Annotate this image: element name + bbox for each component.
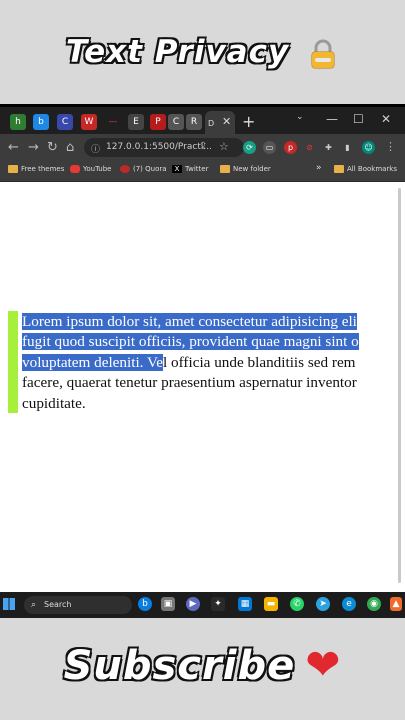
whatsapp-icon[interactable]: ✆: [290, 597, 304, 611]
folder-icon: [334, 165, 344, 173]
extensions-puzzle-icon[interactable]: ✚: [322, 141, 335, 154]
paragraph-text: facere, quaerat tenetur praesentium aspe…: [22, 374, 357, 392]
browser-toolbar: ← → ↻ ⌂ 127.0.0.1:5500/Practi... ⓘ ⇪ ☆ ⟳…: [0, 134, 405, 161]
subscribe-text: Subscribe: [63, 642, 296, 690]
menu-icon[interactable]: ⋮: [385, 140, 396, 153]
extension-icon-2[interactable]: ▭: [263, 141, 276, 154]
forward-icon[interactable]: →: [28, 140, 39, 155]
paragraph-text: cupiditate.: [22, 394, 86, 412]
tab-9[interactable]: R: [186, 114, 202, 130]
heart-icon: ❤: [305, 640, 342, 689]
bookmark-label: All Bookmarks: [347, 165, 398, 173]
share-icon[interactable]: ⇪: [199, 141, 207, 152]
bookmarks-bar: Free themes YouTube (7) Quora X Twitter N…: [0, 161, 405, 182]
maximize-button[interactable]: ☐: [353, 112, 364, 126]
bookmark-youtube[interactable]: YouTube: [70, 165, 111, 173]
all-bookmarks[interactable]: All Bookmarks: [334, 165, 397, 173]
bookmark-quora[interactable]: (7) Quora: [120, 165, 167, 173]
tab-1[interactable]: h: [10, 114, 26, 130]
bookmark-twitter[interactable]: X Twitter: [172, 165, 208, 173]
tab-4[interactable]: W: [81, 114, 97, 130]
telegram-icon[interactable]: ➤: [316, 597, 330, 611]
taskbar-search[interactable]: ⌕ Search: [24, 596, 132, 614]
paragraph-text: l officia unde blanditiis sed rem: [163, 353, 356, 371]
reload-icon[interactable]: ↻: [47, 140, 58, 155]
folder-icon: [8, 165, 18, 173]
folder-icon: [220, 165, 230, 173]
pinterest-icon[interactable]: p: [284, 141, 297, 154]
bookmark-label: YouTube: [83, 165, 112, 173]
profile-avatar[interactable]: ☺: [362, 141, 375, 154]
bookmark-label: Twitter: [185, 165, 209, 173]
lorem-paragraph[interactable]: Lorem ipsum dolor sit, amet consectetur …: [22, 312, 405, 414]
tab-2[interactable]: b: [33, 114, 49, 130]
bookmark-free-themes[interactable]: Free themes: [8, 165, 64, 173]
chrome-icon[interactable]: ◉: [367, 597, 381, 611]
edge-icon[interactable]: e: [342, 597, 356, 611]
windows-taskbar: ⌕ Search b ▣ ▶ ✦ ▦ ▬ ✆ ➤ e ◉ ▲: [0, 592, 405, 618]
site-info-icon[interactable]: ⓘ: [91, 142, 100, 155]
browser-window: h b C W — E P C R D ✕ + ⌄ — ☐ ✕ ← → ↻ ⌂ …: [0, 104, 405, 614]
bookmark-label: Free themes: [21, 165, 65, 173]
tab-7[interactable]: P: [150, 114, 166, 130]
selected-text: voluptatem deleniti. Ve: [22, 353, 164, 371]
bookmarks-overflow[interactable]: »: [316, 163, 322, 173]
start-icon[interactable]: [3, 598, 15, 610]
tab-6[interactable]: E: [128, 114, 144, 130]
task-view-icon[interactable]: ▣: [161, 597, 175, 611]
file-explorer-icon[interactable]: ▬: [264, 597, 278, 611]
bookmark-star-icon[interactable]: ☆: [219, 140, 229, 153]
bookmark-label: New folder: [233, 165, 271, 173]
brave-icon[interactable]: ▲: [390, 597, 402, 611]
minimize-button[interactable]: —: [326, 112, 338, 126]
accent-bar: [8, 311, 18, 413]
sidebar-icon[interactable]: ▮: [341, 141, 354, 154]
back-icon[interactable]: ←: [8, 140, 19, 155]
tab-active-label: D: [208, 119, 215, 128]
quora-icon: [120, 165, 130, 173]
tab-8[interactable]: C: [168, 114, 184, 130]
search-label: Search: [44, 600, 72, 609]
search-icon: ⌕: [31, 600, 37, 610]
meet-icon[interactable]: ▶: [186, 597, 200, 611]
subscribe-banner: Subscribe ❤: [0, 640, 405, 690]
selected-text: Lorem ipsum dolor sit, amet consectetur …: [22, 313, 357, 330]
bing-icon[interactable]: b: [138, 597, 152, 611]
video-title: Text Privacy: [0, 33, 405, 71]
home-icon[interactable]: ⌂: [66, 140, 74, 155]
selected-text: fugit quod suscipit officiis, provident …: [22, 333, 359, 351]
copilot-icon[interactable]: ✦: [211, 597, 225, 611]
video-title-text: Text Privacy: [65, 33, 290, 71]
extension-icon-1[interactable]: ⟳: [243, 141, 256, 154]
tab-5[interactable]: —: [105, 114, 121, 130]
tab-search-icon[interactable]: ⌄: [296, 112, 304, 122]
close-window-button[interactable]: ✕: [381, 112, 391, 126]
address-bar-url: 127.0.0.1:5500/Practi...: [106, 142, 212, 152]
tab-bar: h b C W — E P C R D ✕ + ⌄ — ☐ ✕: [0, 104, 405, 137]
lock-icon: [307, 38, 339, 70]
tab-3[interactable]: C: [57, 114, 73, 130]
bookmark-new-folder[interactable]: New folder: [220, 165, 271, 173]
scrollbar[interactable]: [398, 188, 401, 583]
x-icon: X: [172, 165, 182, 173]
new-tab-button[interactable]: +: [242, 112, 255, 131]
close-tab-icon[interactable]: ✕: [222, 115, 231, 128]
page-content: Lorem ipsum dolor sit, amet consectetur …: [0, 182, 405, 589]
youtube-icon: [70, 165, 80, 173]
blocker-icon[interactable]: ⊘: [303, 141, 316, 154]
store-icon[interactable]: ▦: [238, 597, 252, 611]
bookmark-label: (7) Quora: [133, 165, 167, 173]
